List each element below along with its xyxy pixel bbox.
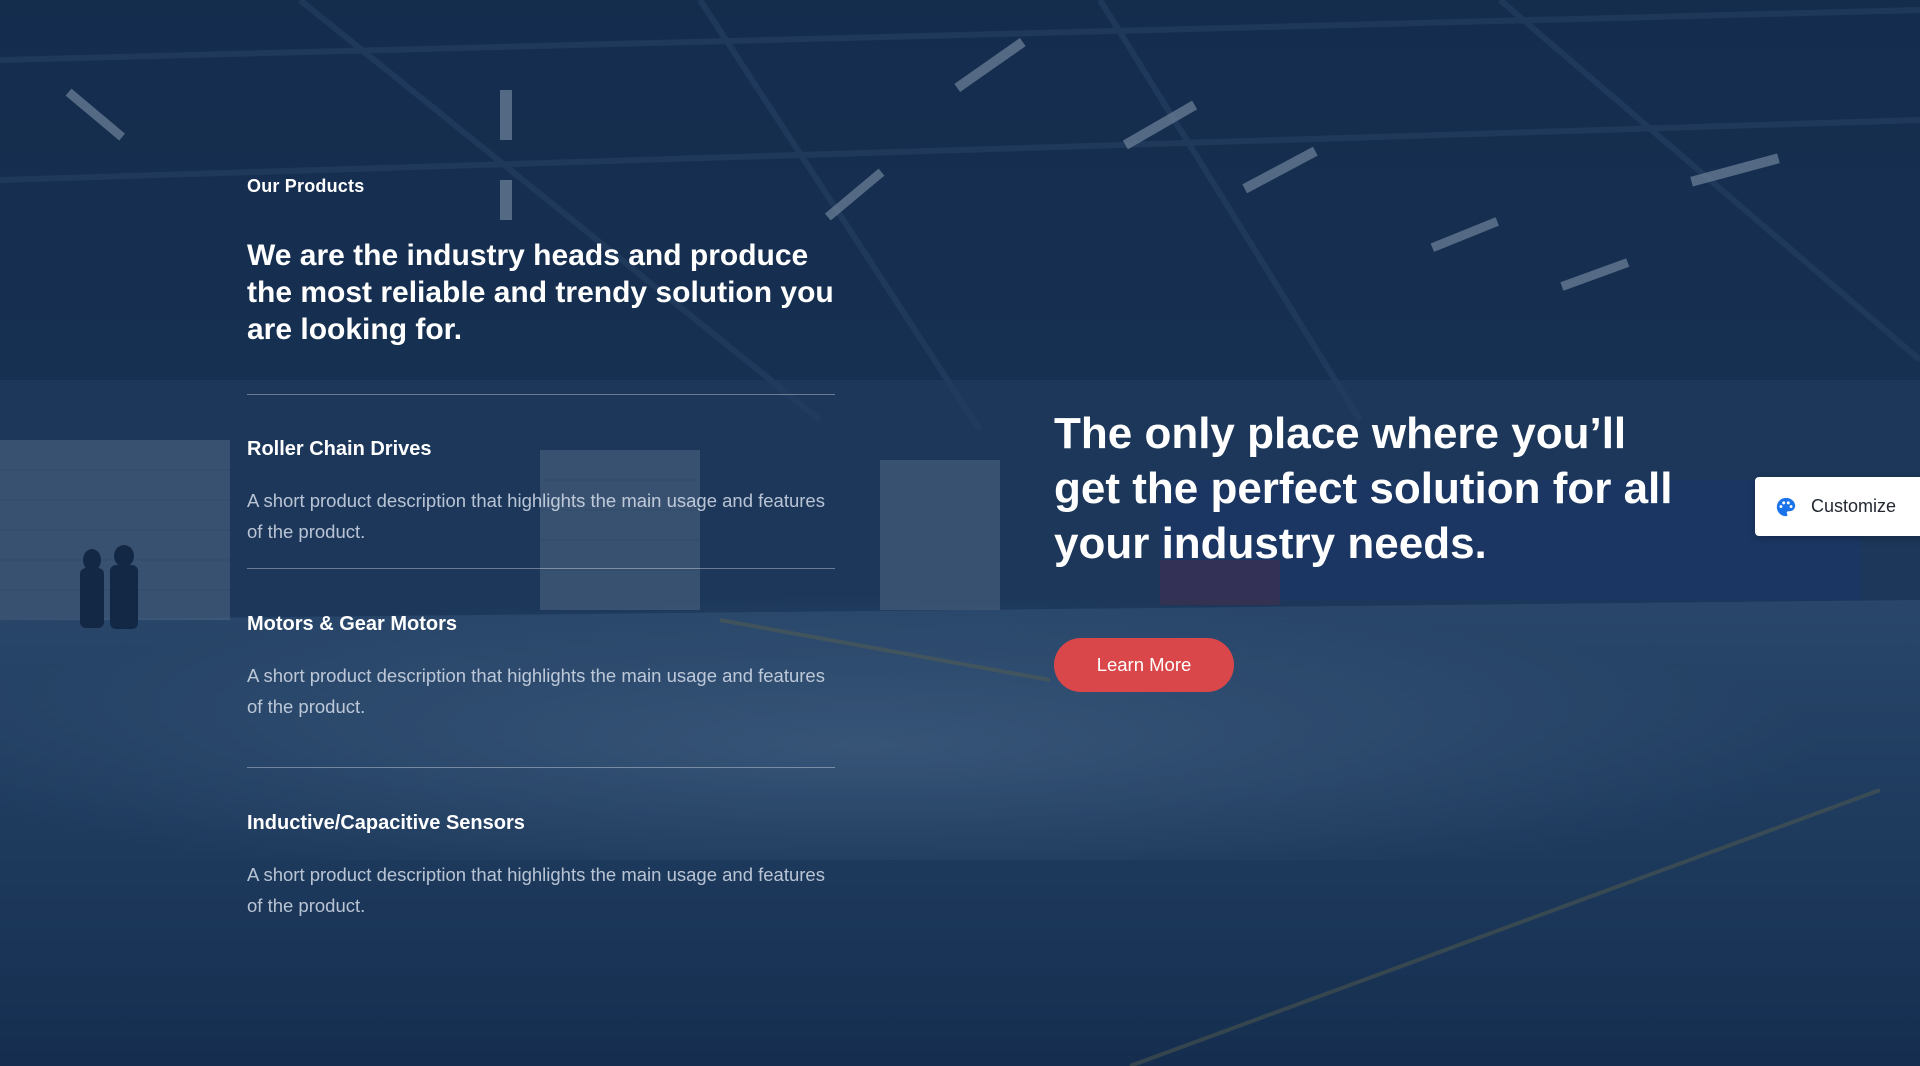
product-item-inductive-capacitive-sensors: Inductive/Capacitive Sensors A short pro… [247, 812, 835, 921]
divider [247, 767, 835, 768]
section-intro-heading: We are the industry heads and produce th… [247, 239, 834, 346]
product-title: Motors & Gear Motors [247, 613, 458, 635]
page: Our Products We are the industry heads a… [0, 0, 1920, 1066]
product-item-motors-gear-motors: Motors & Gear Motors A short product des… [247, 613, 835, 722]
product-item-roller-chain-drives: Roller Chain Drives A short product desc… [247, 438, 835, 547]
customize-label: Customize [1811, 496, 1897, 516]
product-description: A short product description that highlig… [247, 490, 825, 542]
product-description: A short product description that highlig… [247, 665, 825, 717]
products-list: Roller Chain Drives A short product desc… [247, 394, 835, 916]
products-column: Our Products We are the industry heads a… [247, 176, 835, 348]
divider [247, 568, 835, 569]
palette-icon [1775, 496, 1797, 518]
product-title: Inductive/Capacitive Sensors [247, 812, 525, 834]
product-description: A short product description that highlig… [247, 864, 825, 916]
learn-more-button[interactable]: Learn More [1054, 638, 1234, 692]
product-title: Roller Chain Drives [247, 438, 432, 460]
divider [247, 394, 835, 395]
section-eyebrow: Our Products [247, 176, 365, 196]
hero-headline: The only place where you’ll get the perf… [1054, 409, 1673, 568]
customize-button[interactable]: Customize [1755, 477, 1920, 536]
